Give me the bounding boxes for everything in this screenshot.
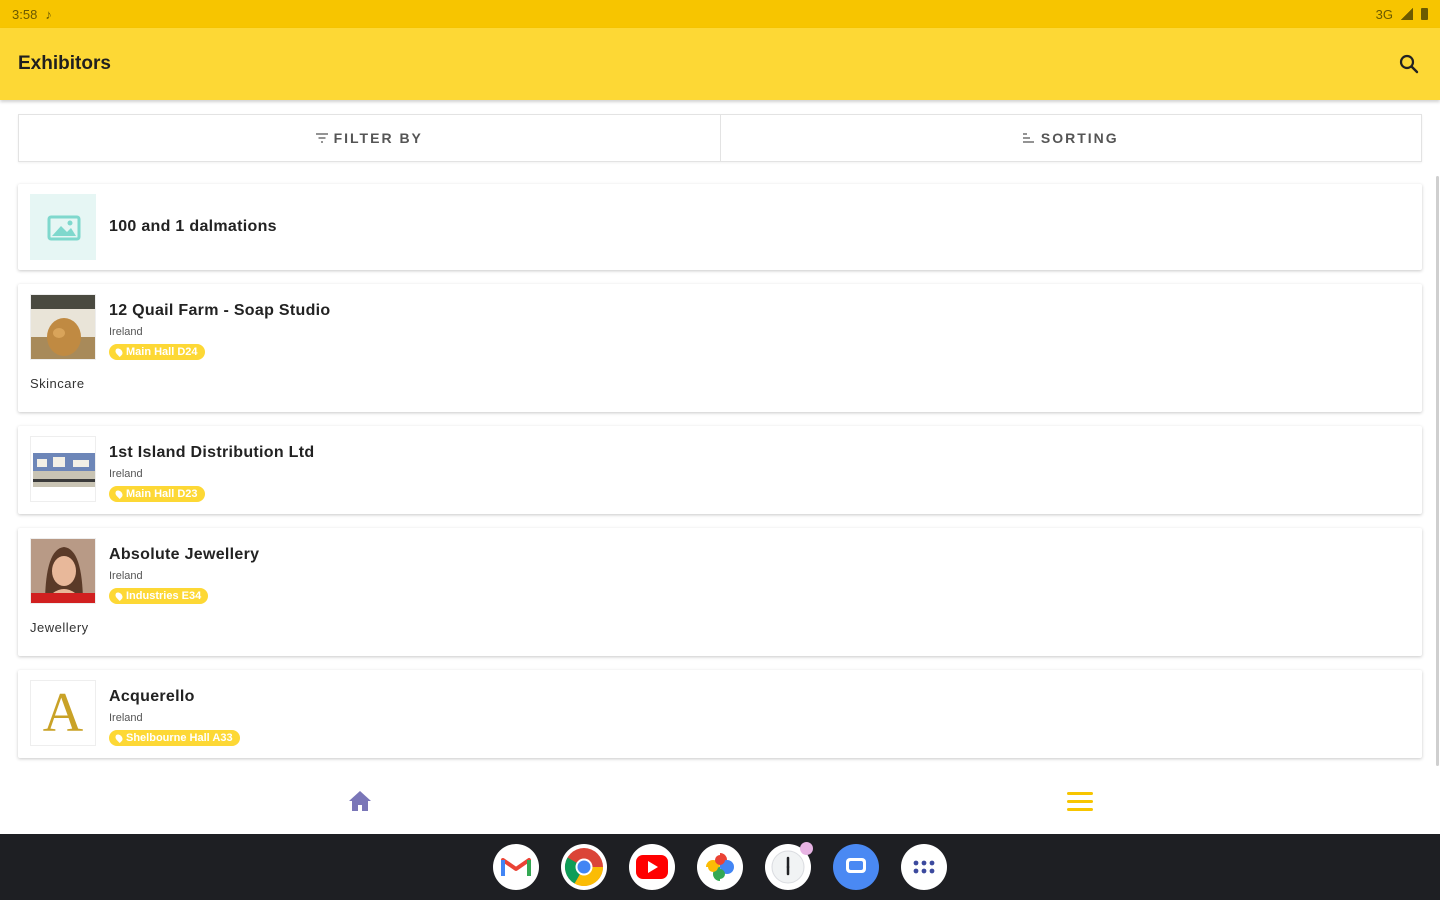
clock-app[interactable] xyxy=(765,842,813,890)
exhibitor-name: Acquerello xyxy=(109,688,195,705)
exhibitor-logo xyxy=(30,436,96,502)
network-type: 3G xyxy=(1375,6,1393,22)
exhibitor-name: 12 Quail Farm - Soap Studio xyxy=(109,302,331,319)
sorting-button[interactable]: SORTING xyxy=(719,115,1422,161)
bottom-navigation xyxy=(0,768,1440,834)
search-icon xyxy=(1399,54,1419,74)
app-bar: Exhibitors xyxy=(0,28,1440,100)
filter-label: FILTER BY xyxy=(333,130,423,146)
exhibitor-logo: A xyxy=(30,680,96,746)
location-label: Main Hall D23 xyxy=(126,488,198,500)
exhibitor-logo xyxy=(30,294,96,360)
photos-icon xyxy=(706,853,734,881)
battery-icon xyxy=(1421,8,1428,20)
search-button[interactable] xyxy=(1396,51,1422,77)
exhibitor-name: 100 and 1 dalmations xyxy=(109,218,277,235)
location-label: Industries E34 xyxy=(126,590,202,602)
status-time: 3:58 xyxy=(12,6,38,22)
location-label: Shelbourne Hall A33 xyxy=(126,732,233,744)
exhibitor-country: Ireland xyxy=(109,468,143,480)
messages-icon xyxy=(846,858,866,873)
placeholder-image-icon xyxy=(30,194,96,260)
music-note-icon: ♪ xyxy=(45,6,52,22)
home-icon xyxy=(349,791,371,811)
exhibitor-logo xyxy=(30,538,96,604)
exhibitor-category: Jewellery xyxy=(30,620,89,635)
exhibitor-country: Ireland xyxy=(109,570,143,582)
exhibitor-name: 1st Island Distribution Ltd xyxy=(109,444,315,461)
messages-app[interactable] xyxy=(833,844,879,890)
menu-icon xyxy=(1067,787,1093,816)
filter-button[interactable]: FILTER BY xyxy=(19,115,720,161)
list-scrollbar[interactable] xyxy=(1436,176,1439,766)
app-drawer-icon xyxy=(913,860,935,874)
photos-app[interactable] xyxy=(697,844,743,890)
filter-sort-toolbar: FILTER BY SORTING xyxy=(18,114,1422,162)
location-pin-icon xyxy=(114,347,124,357)
exhibitor-card[interactable]: 1st Island Distribution Ltd Ireland Main… xyxy=(18,426,1422,514)
gmail-app[interactable] xyxy=(493,844,539,890)
menu-nav-button[interactable] xyxy=(720,768,1440,834)
exhibitor-card[interactable]: Absolute Jewellery Ireland Industries E3… xyxy=(18,528,1422,656)
location-badge: Main Hall D23 xyxy=(109,486,205,502)
app-drawer-button[interactable] xyxy=(901,844,947,890)
status-bar: 3:58 ♪ 3G xyxy=(0,0,1440,28)
location-pin-icon xyxy=(114,591,124,601)
sort-icon xyxy=(1022,133,1034,143)
filter-icon xyxy=(315,133,328,143)
page-title: Exhibitors xyxy=(18,53,111,74)
exhibitor-card[interactable]: 100 and 1 dalmations xyxy=(18,184,1422,270)
taskbar xyxy=(0,834,1440,900)
logo-letter: A xyxy=(42,682,84,744)
sorting-label: SORTING xyxy=(1040,130,1119,146)
notification-dot-icon xyxy=(800,842,813,855)
gmail-icon xyxy=(501,858,531,876)
exhibitor-name: Absolute Jewellery xyxy=(109,546,260,563)
youtube-app[interactable] xyxy=(629,844,675,890)
exhibitor-category: Skincare xyxy=(30,376,85,391)
exhibitor-country: Ireland xyxy=(109,712,143,724)
youtube-icon xyxy=(636,855,668,879)
location-badge: Shelbourne Hall A33 xyxy=(109,730,240,746)
clock-icon xyxy=(771,850,805,884)
location-pin-icon xyxy=(114,733,124,743)
exhibitor-country: Ireland xyxy=(109,326,143,338)
location-pin-icon xyxy=(114,489,124,499)
exhibitor-card[interactable]: 12 Quail Farm - Soap Studio Ireland Main… xyxy=(18,284,1422,412)
signal-icon xyxy=(1401,8,1413,20)
location-badge: Industries E34 xyxy=(109,588,209,604)
home-nav-button[interactable] xyxy=(0,768,720,834)
chrome-icon xyxy=(564,848,604,887)
location-badge: Main Hall D24 xyxy=(109,344,205,360)
chrome-app[interactable] xyxy=(561,844,607,890)
exhibitor-card[interactable]: A Acquerello Ireland Shelbourne Hall A33 xyxy=(18,670,1422,758)
location-label: Main Hall D24 xyxy=(126,346,198,358)
